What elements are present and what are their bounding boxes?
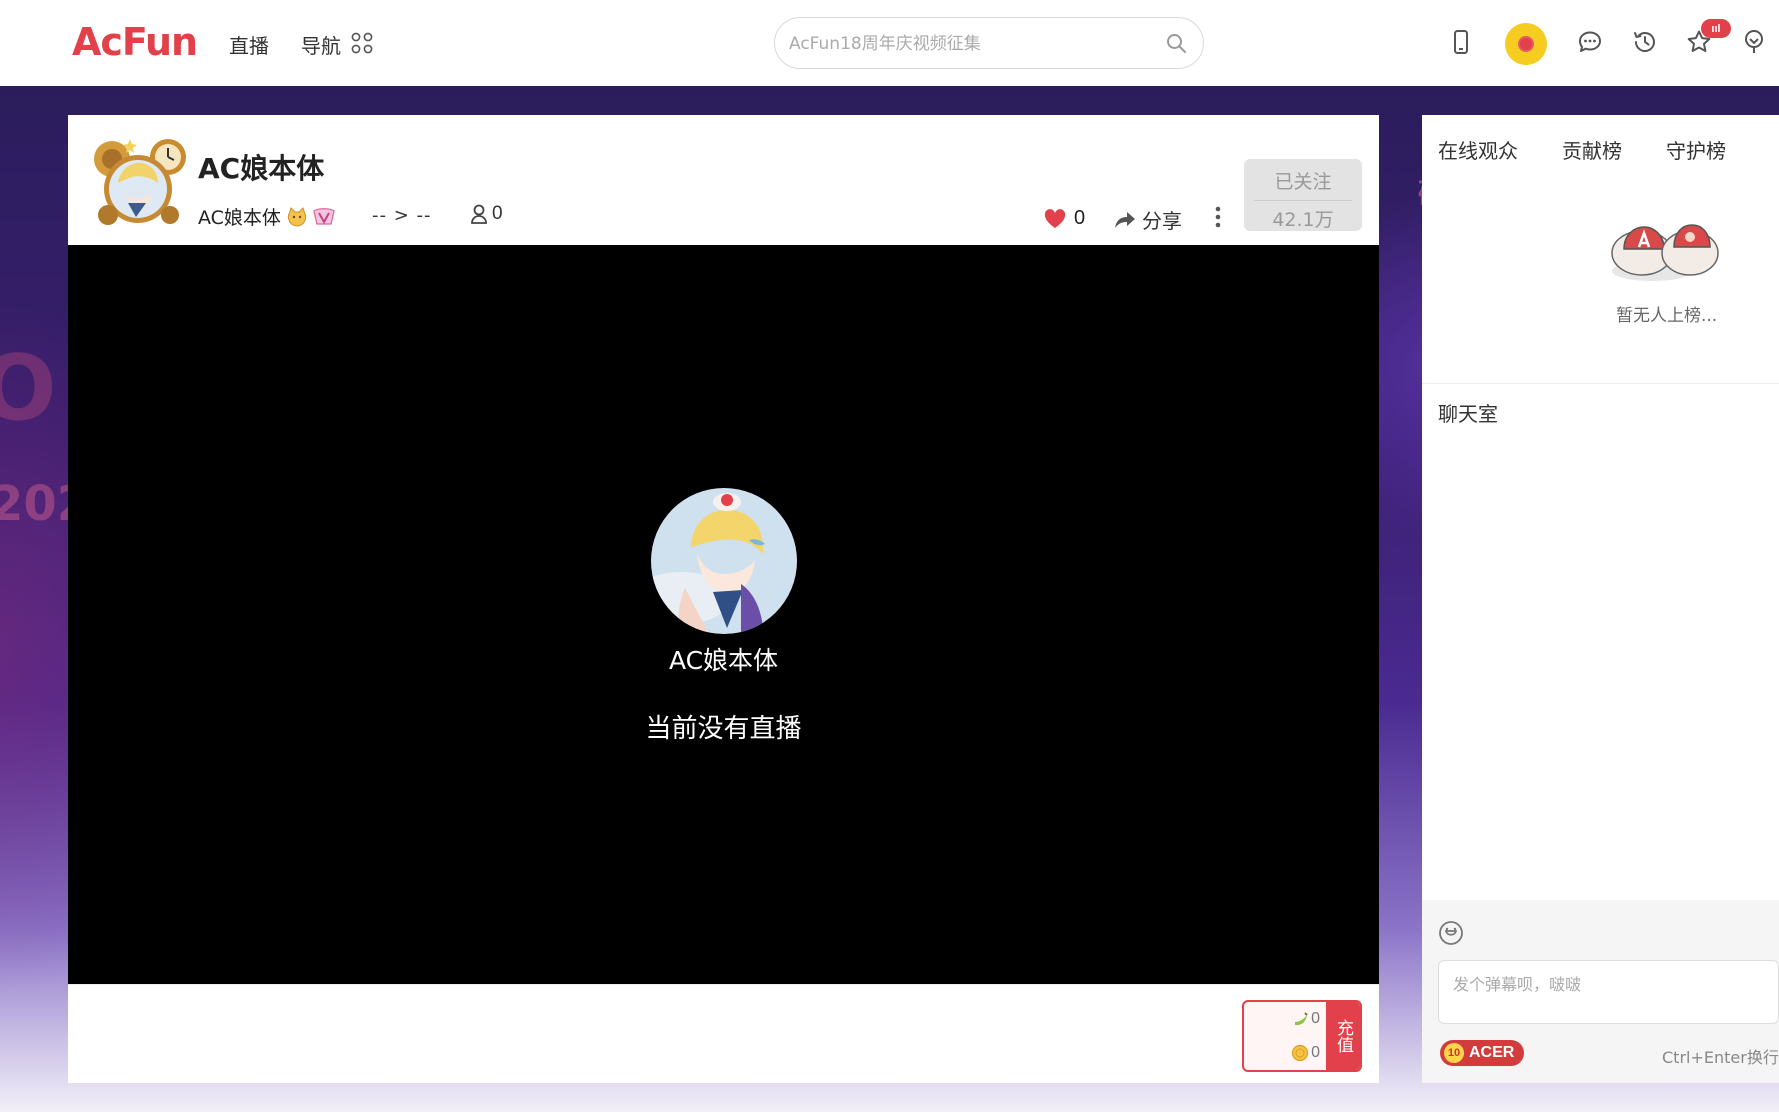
viewer-count-value: 0	[492, 203, 503, 224]
recharge-button[interactable]: 充值	[1326, 1002, 1360, 1070]
gift-bar: 0 0 充值	[68, 984, 1379, 1083]
player-anchor-name: AC娘本体	[668, 646, 779, 675]
rank-tabs: 在线观众 贡献榜 守护榜	[1422, 115, 1779, 175]
anchor-header: AC娘本体 AC娘本体 -- > -- 0 0 分享 已关注 42.1万	[68, 115, 1379, 245]
coin-balance: 0	[1291, 1044, 1320, 1062]
user-avatar[interactable]	[1505, 23, 1547, 65]
fan-medal-level: 10	[1444, 1043, 1464, 1063]
nav-live-link[interactable]: 直播	[229, 30, 269, 59]
empty-rank-illustration	[1611, 224, 1719, 281]
follow-label: 已关注	[1274, 171, 1332, 193]
viewer-icon	[471, 204, 487, 224]
coin-count: 0	[1311, 1044, 1320, 1061]
like-count: 0	[1074, 207, 1086, 229]
chat-input-area: 10 ACER Ctrl+Enter换行	[1422, 900, 1779, 1083]
heart-icon	[1044, 208, 1066, 228]
panel-divider	[1422, 383, 1779, 384]
emoji-icon[interactable]	[1438, 920, 1464, 946]
live-status-text: 当前没有直播	[645, 714, 802, 744]
video-player[interactable]: AC娘本体 当前没有直播	[68, 245, 1379, 984]
like-button[interactable]: 0	[1044, 207, 1085, 230]
acfun-logo[interactable]: AcFun	[72, 20, 198, 64]
fan-medal-badge[interactable]: 10 ACER	[1440, 1040, 1525, 1066]
tab-guard-rank[interactable]: 守护榜	[1666, 135, 1726, 164]
mobile-icon[interactable]	[1447, 28, 1475, 56]
wallet-box[interactable]: 0 0 充值	[1242, 1000, 1362, 1072]
share-icon	[1115, 211, 1135, 228]
cat-medal-icon	[287, 206, 307, 227]
fan-medal-name: ACER	[1469, 1044, 1515, 1061]
player-anchor-avatar	[651, 488, 797, 634]
notification-badge: ııl	[1701, 19, 1731, 38]
anchor-avatar[interactable]	[88, 131, 188, 231]
banana-count: 0	[1311, 1010, 1320, 1027]
anchor-name: AC娘本体	[198, 152, 325, 185]
tab-online-viewers[interactable]: 在线观众	[1438, 135, 1518, 164]
more-options-icon[interactable]	[1214, 205, 1222, 229]
tab-contribution-rank[interactable]: 贡献榜	[1562, 135, 1622, 164]
side-panel: 在线观众 贡献榜 守护榜 暂无人上榜... 聊天室 10 ACER Ctrl+E…	[1422, 115, 1779, 1083]
chat-message-list[interactable]	[1422, 435, 1779, 900]
share-label: 分享	[1142, 209, 1182, 233]
newline-hint: Ctrl+Enter换行	[1662, 1048, 1779, 1067]
share-button[interactable]: 分享	[1114, 205, 1182, 234]
top-header: AcFun 直播 导航 ııl	[0, 0, 1779, 86]
grid-icon[interactable]	[351, 32, 373, 54]
nav-guide-link[interactable]: 导航	[301, 30, 341, 59]
banana-icon	[1295, 1012, 1308, 1026]
creator-icon[interactable]	[1740, 28, 1768, 56]
message-icon[interactable]	[1576, 28, 1604, 56]
vip-medal-icon	[313, 207, 335, 225]
history-icon[interactable]	[1631, 28, 1659, 56]
background-decoration-o: O	[0, 336, 57, 441]
banana-balance: 0	[1291, 1010, 1320, 1028]
follow-button[interactable]: 已关注 42.1万	[1244, 159, 1362, 231]
search-icon[interactable]	[1165, 32, 1187, 54]
search-input[interactable]	[789, 30, 1149, 58]
coin-icon	[1291, 1044, 1309, 1062]
chat-room-title: 聊天室	[1438, 402, 1498, 426]
follower-count: 42.1万	[1272, 209, 1334, 231]
anchor-sub-name[interactable]: AC娘本体	[198, 203, 281, 230]
live-room-panel: AC娘本体 AC娘本体 -- > -- 0 0 分享 已关注 42.1万 AC娘…	[68, 115, 1379, 1083]
viewer-count: 0	[470, 203, 503, 225]
follow-divider	[1254, 200, 1352, 201]
anchor-sub-info: AC娘本体	[198, 203, 336, 230]
empty-rank-text: 暂无人上榜...	[1616, 306, 1718, 326]
danmaku-input[interactable]	[1438, 960, 1779, 1024]
live-category[interactable]: -- > --	[372, 205, 432, 226]
search-box[interactable]	[774, 17, 1204, 69]
